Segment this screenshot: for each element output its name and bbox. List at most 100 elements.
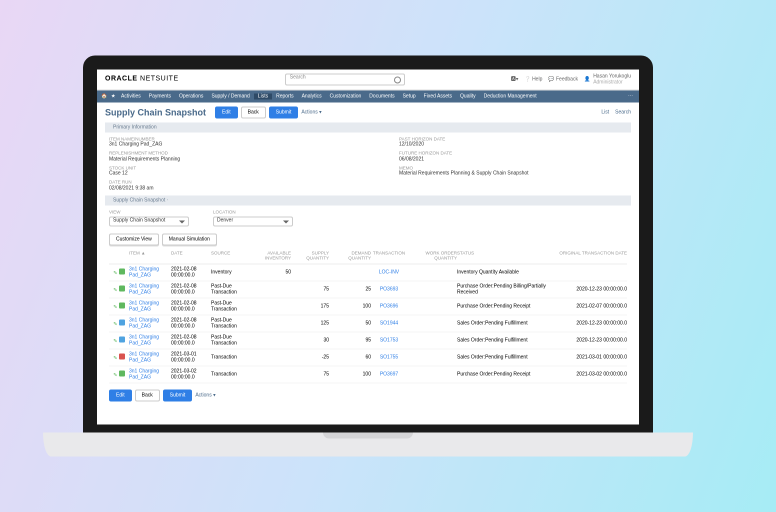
col-date[interactable]: DATE — [171, 250, 211, 261]
submit-button[interactable]: Submit — [163, 389, 193, 401]
transaction-link[interactable]: PO3693 — [371, 286, 407, 292]
list-link[interactable]: List — [601, 110, 609, 116]
field-value: Case 12 — [109, 171, 239, 177]
col-item[interactable]: ITEM ▲ — [129, 250, 171, 261]
actions-menu[interactable]: Actions ▾ — [195, 392, 215, 398]
cell-status: Sales Order:Pending Fulfillment — [457, 354, 559, 360]
nav-item[interactable]: Documents — [365, 94, 398, 100]
col-transaction[interactable]: TRANSACTION — [371, 250, 407, 261]
section-primary-info: Primary Information — [105, 123, 631, 133]
actions-menu[interactable]: Actions ▾ — [301, 110, 321, 116]
nav-item[interactable]: Customization — [326, 94, 366, 100]
col-demand[interactable]: DEMAND QUANTITY — [329, 250, 371, 261]
transaction-link[interactable]: SO1944 — [371, 320, 407, 326]
col-available[interactable]: AVAILABLE INVENTORY — [251, 250, 291, 261]
cell-original-date: 2021-03-02 00:00:00.0 — [559, 371, 627, 377]
col-work-order[interactable]: WORK ORDER QUANTITY — [407, 250, 457, 261]
nav-item[interactable]: Deduction Management — [480, 94, 541, 100]
cell-supply: 75 — [291, 286, 329, 292]
row-edit-icon[interactable]: ✎ — [113, 270, 117, 276]
back-button[interactable]: Back — [241, 107, 266, 119]
cell-supply: -25 — [291, 354, 329, 360]
col-original-date[interactable]: ORIGINAL TRANSACTION DATE — [559, 250, 627, 261]
item-link[interactable]: 3n1 Charging Pad_ZAG — [129, 368, 171, 380]
nav-item[interactable]: Setup — [399, 94, 420, 100]
table-row: ✎ 3n1 Charging Pad_ZAG2021-03-02 00:00:0… — [109, 366, 627, 383]
table-row: ✎ 3n1 Charging Pad_ZAG2021-02-08 00:00:0… — [109, 281, 627, 298]
search-link[interactable]: Search — [615, 110, 631, 116]
transaction-link[interactable]: SO1755 — [371, 354, 407, 360]
help-link[interactable]: ❔ Help — [524, 77, 542, 83]
status-dot — [119, 370, 125, 376]
back-button[interactable]: Back — [135, 389, 160, 401]
footer-actions: Edit Back Submit Actions ▾ — [97, 383, 639, 407]
item-link[interactable]: 3n1 Charging Pad_ZAG — [129, 351, 171, 363]
cell-supply: 75 — [291, 371, 329, 377]
item-link[interactable]: 3n1 Charging Pad_ZAG — [129, 300, 171, 312]
field-value: Material Requirements Planning & Supply … — [399, 171, 529, 177]
field-value: 06/08/2021 — [399, 156, 529, 162]
nav-item[interactable]: Payments — [145, 94, 175, 100]
status-dot — [119, 319, 125, 325]
table-row: ✎ 3n1 Charging Pad_ZAG2021-02-08 00:00:0… — [109, 298, 627, 315]
nav-item[interactable]: Operations — [175, 94, 207, 100]
col-source[interactable]: SOURCE — [211, 250, 251, 261]
field-value: Material Requirements Planning — [109, 156, 239, 162]
item-link[interactable]: 3n1 Charging Pad_ZAG — [129, 283, 171, 295]
view-select[interactable]: Supply Chain Snapshot — [109, 216, 189, 226]
edit-button[interactable]: Edit — [215, 107, 238, 119]
location-select[interactable]: Denver — [213, 216, 293, 226]
nav-star-icon[interactable]: ★ — [107, 94, 117, 100]
main-nav: 🏠 ★ Activities Payments Operations Suppl… — [97, 91, 639, 103]
transaction-link[interactable]: SO1753 — [371, 337, 407, 343]
transaction-link[interactable]: LOC-INV — [371, 269, 407, 275]
role-switcher-icon[interactable]: 🅰▾ — [511, 77, 519, 83]
cell-status: Purchase Order:Pending Receipt — [457, 371, 559, 377]
status-dot — [119, 268, 125, 274]
row-edit-icon[interactable]: ✎ — [113, 321, 117, 327]
item-link[interactable]: 3n1 Charging Pad_ZAG — [129, 266, 171, 278]
nav-item[interactable]: Analytics — [298, 94, 326, 100]
nav-overflow-icon[interactable]: ⋯ — [622, 94, 639, 100]
row-edit-icon[interactable]: ✎ — [113, 355, 117, 361]
item-link[interactable]: 3n1 Charging Pad_ZAG — [129, 334, 171, 346]
field-value: 3n1 Charging Pad_ZAG — [109, 142, 239, 148]
row-edit-icon[interactable]: ✎ — [113, 287, 117, 293]
edit-button[interactable]: Edit — [109, 389, 132, 401]
snapshot-table: ITEM ▲ DATE SOURCE AVAILABLE INVENTORY S… — [109, 248, 627, 383]
global-search-input[interactable]: Search — [285, 74, 405, 86]
item-link[interactable]: 3n1 Charging Pad_ZAG — [129, 317, 171, 329]
col-status[interactable]: STATUS — [457, 250, 559, 261]
col-supply[interactable]: SUPPLY QUANTITY — [291, 250, 329, 261]
info-panel: ITEM NAME/NUMBER3n1 Charging Pad_ZAG REP… — [97, 133, 639, 196]
brand-logo: ORACLE NETSUITE — [105, 75, 179, 83]
cell-source: Past-Due Transaction — [211, 283, 251, 295]
row-edit-icon[interactable]: ✎ — [113, 338, 117, 344]
nav-item[interactable]: Reports — [272, 94, 298, 100]
nav-home-icon[interactable]: 🏠 — [97, 94, 107, 100]
nav-item[interactable]: Quality — [456, 94, 480, 100]
transaction-link[interactable]: PO3697 — [371, 371, 407, 377]
cell-demand: 25 — [329, 286, 371, 292]
user-menu[interactable]: 👤 Hasan YorukogluAdministrator — [584, 74, 631, 86]
nav-item[interactable]: Activities — [117, 94, 145, 100]
cell-date: 2021-02-08 00:00:00.0 — [171, 266, 211, 278]
filter-label: LOCATION — [213, 209, 293, 214]
status-dot — [119, 302, 125, 308]
nav-item[interactable]: Lists — [254, 94, 272, 100]
cell-date: 2021-03-02 00:00:00.0 — [171, 368, 211, 380]
nav-item[interactable]: Supply / Demand — [207, 94, 253, 100]
cell-original-date: 2021-03-01 00:00:00.0 — [559, 354, 627, 360]
transaction-link[interactable]: PO3696 — [371, 303, 407, 309]
submit-button[interactable]: Submit — [269, 107, 299, 119]
cell-status: Purchase Order:Pending Receipt — [457, 303, 559, 309]
row-edit-icon[interactable]: ✎ — [113, 372, 117, 378]
nav-item[interactable]: Fixed Assets — [420, 94, 456, 100]
feedback-link[interactable]: 💬 Feedback — [548, 77, 578, 83]
page-title: Supply Chain Snapshot — [105, 107, 206, 118]
manual-simulation-button[interactable]: Manual Simulation — [162, 233, 217, 245]
row-edit-icon[interactable]: ✎ — [113, 304, 117, 310]
table-row: ✎ 3n1 Charging Pad_ZAG2021-02-08 00:00:0… — [109, 264, 627, 281]
customize-view-button[interactable]: Customize View — [109, 233, 159, 245]
cell-original-date: 2020-12-23 00:00:00.0 — [559, 337, 627, 343]
